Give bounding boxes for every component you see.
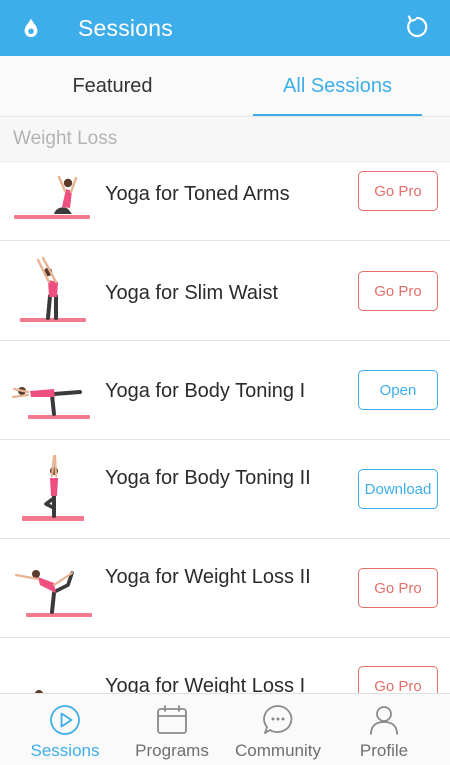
session-row[interactable]: Yoga for Weight Loss I Go Pro bbox=[0, 638, 450, 693]
yoga-seated-pose-image bbox=[14, 175, 90, 219]
nav-label: Profile bbox=[359, 741, 409, 760]
chat-bubble-icon bbox=[263, 705, 293, 734]
play-circle-icon bbox=[50, 705, 80, 735]
tab-all-sessions[interactable]: All Sessions bbox=[225, 56, 450, 116]
yoga-dancer-pose-image bbox=[14, 570, 92, 617]
session-title: Yoga for Body Toning II bbox=[105, 467, 311, 489]
nav-label: Community bbox=[235, 741, 321, 760]
nav-community[interactable]: Community bbox=[222, 694, 334, 765]
nav-label: Programs bbox=[135, 741, 209, 760]
session-row[interactable]: Yoga for Body Toning II Download bbox=[0, 440, 450, 539]
yoga-standing-stretch-image bbox=[20, 256, 86, 322]
session-row[interactable]: Yoga for Toned Arms Go Pro bbox=[0, 163, 450, 241]
tab-featured[interactable]: Featured bbox=[0, 56, 225, 116]
session-title: Yoga for Weight Loss II bbox=[105, 566, 311, 588]
refresh-icon[interactable] bbox=[404, 14, 430, 40]
calendar-icon bbox=[157, 705, 187, 734]
go-pro-button[interactable]: Go Pro bbox=[358, 666, 438, 693]
session-row[interactable]: Yoga for Body Toning I Open bbox=[0, 341, 450, 440]
section-header: Weight Loss bbox=[0, 117, 450, 162]
nav-profile[interactable]: Profile bbox=[328, 694, 440, 765]
app-bar: Sessions bbox=[0, 0, 450, 56]
session-title: Yoga for Toned Arms bbox=[105, 183, 290, 205]
go-pro-button[interactable]: Go Pro bbox=[358, 271, 438, 311]
water-drop-icon[interactable] bbox=[20, 17, 42, 39]
yoga-balance-pose-image bbox=[11, 387, 90, 419]
yoga-tree-pose-image bbox=[22, 454, 84, 521]
open-button[interactable]: Open bbox=[358, 370, 438, 410]
nav-sessions[interactable]: Sessions bbox=[9, 694, 121, 765]
session-title: Yoga for Body Toning I bbox=[105, 380, 306, 402]
person-icon bbox=[370, 706, 398, 735]
tab-bar: Featured All Sessions bbox=[0, 56, 450, 117]
go-pro-button[interactable]: Go Pro bbox=[358, 171, 438, 211]
session-row[interactable]: Yoga for Slim Waist Go Pro bbox=[0, 242, 450, 341]
nav-programs[interactable]: Programs bbox=[116, 694, 228, 765]
yoga-seated-twist-image bbox=[35, 690, 43, 693]
page-title: Sessions bbox=[78, 14, 173, 41]
session-title: Yoga for Slim Waist bbox=[105, 282, 279, 304]
nav-label: Sessions bbox=[30, 741, 100, 760]
session-title: Yoga for Weight Loss I bbox=[105, 675, 306, 693]
download-button[interactable]: Download bbox=[358, 469, 438, 509]
session-row[interactable]: Yoga for Weight Loss II Go Pro bbox=[0, 539, 450, 638]
bottom-nav: Sessions Programs Community Profile bbox=[0, 693, 450, 765]
go-pro-button[interactable]: Go Pro bbox=[358, 568, 438, 608]
session-list[interactable]: Yoga for Toned Arms Go Pro Yoga for Slim… bbox=[0, 163, 450, 693]
